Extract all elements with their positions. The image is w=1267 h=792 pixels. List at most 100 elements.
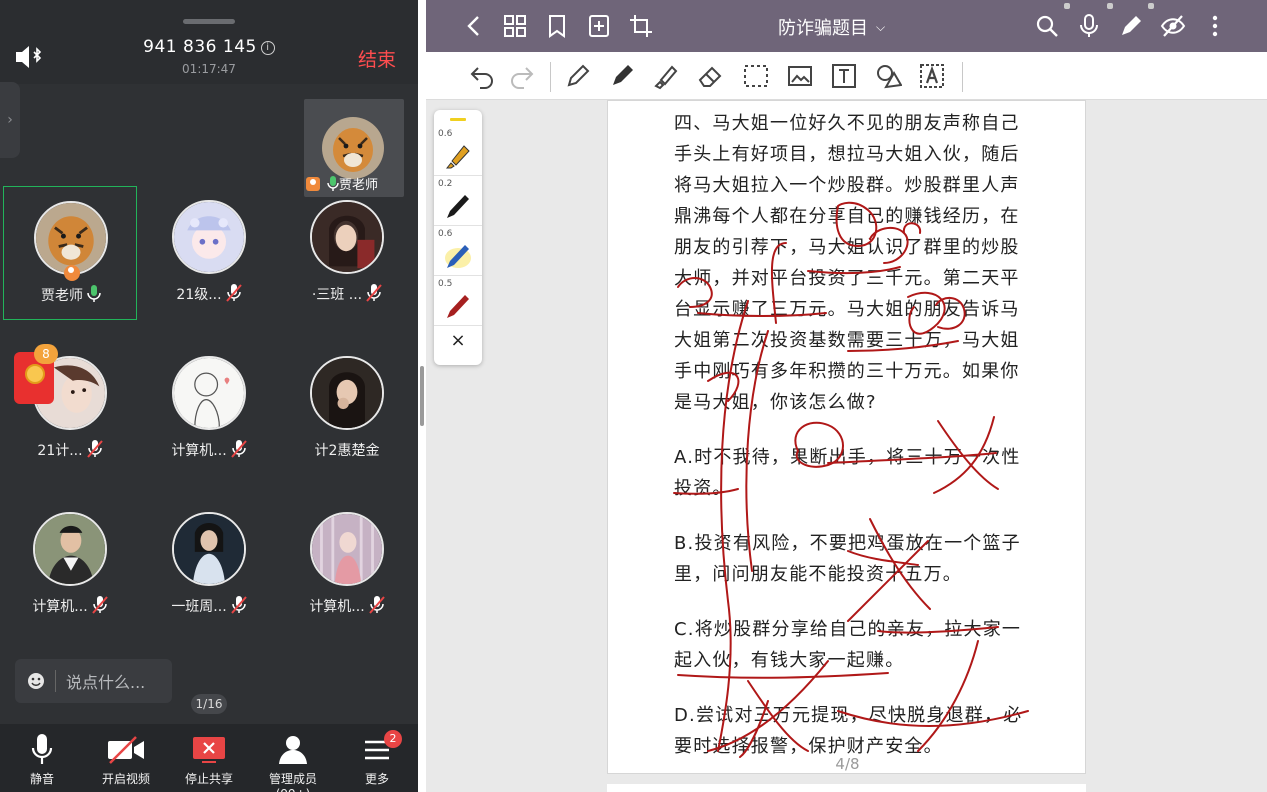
text-recognition-icon[interactable]	[918, 62, 946, 90]
participant-name: 计算机...	[280, 596, 414, 616]
microphone-icon[interactable]	[1076, 13, 1102, 39]
pen-size: 0.6	[438, 229, 453, 239]
pen-slot[interactable]: 0.5	[434, 276, 482, 326]
participant-name-text: 计2惠楚金	[314, 443, 380, 459]
option-b-line: B.投资有风险，不要把鸡蛋放在一个篮子	[674, 533, 1021, 554]
expand-side-tab[interactable]: ›	[0, 82, 20, 158]
add-page-icon[interactable]	[586, 13, 612, 39]
question-line: 四、马大姐一位好久不见的朋友声称自己	[674, 113, 1020, 134]
undo-icon[interactable]	[468, 62, 496, 90]
eraser-icon[interactable]	[696, 62, 724, 90]
mic-muted-icon	[86, 440, 103, 458]
start-video-button[interactable]: 开启视频	[96, 730, 156, 787]
hide-eye-icon[interactable]	[1160, 13, 1186, 39]
manage-members-button[interactable]: 管理成员(99+)	[252, 730, 334, 792]
portrait-avatar-icon	[172, 512, 246, 586]
shape-icon[interactable]	[874, 62, 902, 90]
option-c-line: 起入伙，有钱大家一起赚。	[674, 650, 905, 671]
pen-size: 0.6	[438, 129, 453, 139]
pencil-icon[interactable]	[564, 62, 592, 90]
highlighter-icon	[445, 145, 470, 169]
question-line: 朋友的引荐下，马大姐认识了群里的炒股	[674, 237, 1020, 258]
start-video-label: 开启视频	[101, 772, 150, 786]
annotation-toolbar	[426, 52, 1267, 100]
pen-icon	[447, 195, 469, 218]
question-line: 是马大姐，你该怎么做?	[674, 392, 877, 413]
image-icon[interactable]	[786, 62, 814, 90]
lock-icon	[1107, 3, 1113, 9]
video-off-icon	[108, 736, 144, 764]
text-box-icon[interactable]	[830, 62, 858, 90]
members-icon	[279, 736, 307, 764]
participant-name-text: 计算机...	[32, 599, 88, 615]
sketch-avatar-icon	[172, 356, 246, 430]
red-packet-button[interactable]: 8	[14, 344, 58, 404]
crop-icon[interactable]	[628, 13, 654, 39]
grid-view-icon[interactable]	[502, 13, 528, 39]
end-meeting-button[interactable]: 结束	[358, 45, 396, 72]
redo-icon[interactable]	[508, 62, 536, 90]
mic-muted-icon	[225, 284, 242, 302]
participant-tile[interactable]: 计算机...	[3, 498, 137, 632]
document-title[interactable]: 防诈骗题目 ⌵	[778, 14, 885, 40]
chat-placeholder: 说点什么...	[66, 673, 146, 692]
participant-name: 贾老师	[4, 285, 138, 305]
emoji-icon[interactable]	[27, 672, 45, 690]
participant-name: 21计...	[3, 440, 137, 460]
mute-button[interactable]: 静音	[22, 730, 62, 787]
chat-divider	[55, 670, 56, 692]
chat-input[interactable]: 说点什么...	[15, 659, 172, 703]
pen-slot[interactable]: 0.6	[434, 226, 482, 276]
split-divider-handle[interactable]	[420, 366, 424, 426]
participant-name-text: 21计...	[37, 443, 83, 459]
anime-avatar-icon	[172, 200, 246, 274]
participant-name: 计2惠楚金	[280, 440, 414, 460]
document-page[interactable]: 四、马大姐一位好久不见的朋友声称自己 手头上有好项目，想拉马大姐入伙，随后 将马…	[607, 100, 1086, 774]
participant-tile[interactable]: ·三班 ...	[280, 186, 414, 320]
drag-handle[interactable]	[183, 19, 235, 24]
pen-size: 0.2	[438, 179, 453, 189]
back-arrow-icon[interactable]	[462, 13, 488, 39]
meeting-panel: 941 836 145 i 01:17:47 结束 › 贾老师 贾老师 21级.…	[0, 0, 418, 792]
red-packet-icon	[25, 364, 45, 384]
chevron-down-icon: ⌵	[876, 20, 886, 34]
more-button[interactable]: 2 更多	[358, 730, 402, 787]
active-color-bar	[450, 118, 466, 121]
mic-muted-icon	[230, 596, 247, 614]
option-a-line: A.时不我待，果断出手，将三十万一次性	[674, 447, 1021, 468]
bookmark-icon[interactable]	[544, 13, 570, 39]
highlighter-icon	[445, 245, 471, 268]
participant-tile[interactable]: 21级...	[142, 186, 276, 320]
portrait-avatar-icon	[310, 512, 384, 586]
participant-tile[interactable]: 贾老师	[3, 186, 137, 320]
next-page-preview	[607, 784, 1086, 792]
participant-tile[interactable]: 计算机...	[142, 342, 276, 476]
highlighter-icon[interactable]	[652, 62, 680, 90]
lasso-select-icon[interactable]	[742, 62, 770, 90]
participant-tile[interactable]: 计2惠楚金	[280, 342, 414, 476]
stop-share-button[interactable]: 停止共享	[180, 730, 238, 787]
close-palette-button[interactable]: ×	[434, 330, 482, 360]
question-line: 大师，并对平台投资了三千元。第二天平	[674, 268, 1020, 289]
participant-tile[interactable]: 一班周...	[142, 498, 276, 632]
fountain-pen-icon[interactable]	[608, 62, 636, 90]
grid-page-indicator: 1/16	[191, 694, 227, 714]
mic-on-icon	[87, 285, 101, 302]
portrait-avatar-icon	[310, 200, 384, 274]
pen-slot[interactable]: 0.6	[434, 126, 482, 176]
question-line: 手头上有好项目，想拉马大姐入伙，随后	[674, 144, 1020, 165]
document-title-text: 防诈骗题目	[778, 18, 868, 39]
question-line: 手中刚巧有多年积攒的三十万元。如果你	[674, 361, 1020, 382]
pen-icon[interactable]	[1118, 13, 1144, 39]
more-vertical-icon[interactable]	[1202, 13, 1228, 39]
meeting-timer: 01:17:47	[182, 62, 236, 76]
document-header: 防诈骗题目 ⌵	[426, 0, 1267, 52]
participant-name: 一班周...	[142, 596, 276, 616]
participant-name: 21级...	[142, 284, 276, 304]
self-video-thumbnail[interactable]: 贾老师	[304, 99, 404, 197]
participant-tile[interactable]: 计算机...	[280, 498, 414, 632]
search-icon[interactable]	[1034, 13, 1060, 39]
info-icon[interactable]: i	[260, 41, 275, 55]
pen-slot[interactable]: 0.2	[434, 176, 482, 226]
meeting-id: 941 836 145 i	[0, 37, 418, 57]
